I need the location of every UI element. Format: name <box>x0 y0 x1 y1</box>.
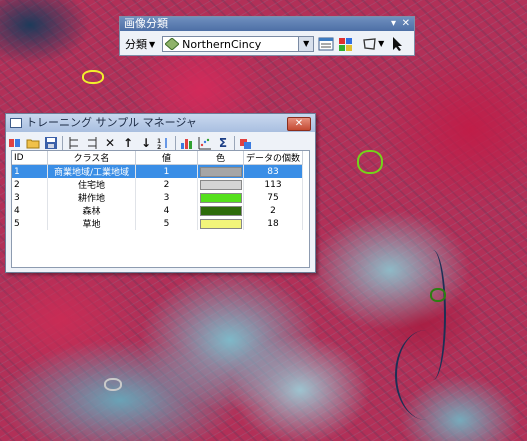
table-row[interactable]: 1 商業地域/工業地域 1 83 <box>12 164 303 178</box>
row-value[interactable]: 1 <box>135 164 198 178</box>
classification-menu[interactable]: 分類 ▼ <box>122 36 158 52</box>
class-color-swatch[interactable] <box>199 166 242 177</box>
column-header-class-name[interactable]: クラス名 <box>47 151 136 165</box>
row-color-swatch[interactable] <box>197 204 244 217</box>
window-title: トレーニング サンプル マネージャ <box>26 116 197 129</box>
row-value[interactable]: 4 <box>135 204 198 217</box>
row-count[interactable]: 113 <box>243 178 303 191</box>
row-value[interactable]: 2 <box>135 178 198 191</box>
scatterplot-icon[interactable] <box>198 136 212 150</box>
table-row[interactable]: 3 耕作地 3 75 <box>12 191 303 204</box>
training-sample-manager-window: トレーニング サンプル マネージャ ✕ ✕ ↑ ↓ 12 Σ ID クラス名 値… <box>5 113 316 273</box>
table-row[interactable]: 5 草地 5 18 <box>12 217 303 230</box>
sort-icon[interactable]: 12 <box>157 136 171 151</box>
raster-layer-icon <box>164 37 180 51</box>
row-color-swatch[interactable] <box>197 191 244 204</box>
close-button[interactable]: ✕ <box>287 117 311 131</box>
statistics-sigma-icon[interactable]: Σ <box>216 136 230 150</box>
chevron-down-icon[interactable]: ▼ <box>378 36 386 52</box>
window-titlebar[interactable]: トレーニング サンプル マネージャ ✕ <box>6 114 315 132</box>
class-color-swatch[interactable] <box>199 179 242 190</box>
select-pointer-icon[interactable] <box>390 36 406 52</box>
split-icon[interactable] <box>67 136 81 150</box>
row-class-name[interactable]: 耕作地 <box>47 191 136 204</box>
row-color-swatch[interactable] <box>197 164 244 178</box>
training-polygon-green[interactable] <box>357 150 383 174</box>
window-icon <box>10 118 22 128</box>
row-id[interactable]: 4 <box>12 204 48 217</box>
merge-icon[interactable] <box>8 136 22 150</box>
arrow-up-icon[interactable]: ↑ <box>121 136 135 150</box>
row-class-name[interactable]: 森林 <box>47 204 136 217</box>
row-id[interactable]: 2 <box>12 178 48 191</box>
row-value[interactable]: 5 <box>135 217 198 230</box>
draw-polygon-icon[interactable] <box>362 36 378 52</box>
training-polygon-gray[interactable] <box>104 378 122 391</box>
create-signature-icon[interactable] <box>338 36 354 52</box>
delete-icon[interactable]: ✕ <box>103 136 117 150</box>
split-alt-icon[interactable] <box>85 136 99 150</box>
row-color-swatch[interactable] <box>197 178 244 191</box>
layer-name: NorthernCincy <box>182 37 262 51</box>
chevron-down-icon[interactable]: ▼ <box>298 37 314 51</box>
toolbar-separator <box>175 136 176 150</box>
chevron-down-icon: ▼ <box>149 39 156 49</box>
row-color-swatch[interactable] <box>197 217 244 230</box>
open-folder-icon[interactable] <box>26 136 40 150</box>
toolbar-title: 画像分類 <box>124 17 168 30</box>
row-count[interactable]: 2 <box>243 204 303 217</box>
toolbar-options-icon[interactable]: ▾ <box>391 17 396 31</box>
row-class-name[interactable]: 商業地域/工業地域 <box>47 164 136 178</box>
table-row[interactable]: 2 住宅地 2 113 <box>12 178 303 191</box>
arrow-down-icon[interactable]: ↓ <box>139 136 153 150</box>
training-polygon-yellow[interactable] <box>82 70 104 84</box>
class-color-swatch[interactable] <box>199 192 242 203</box>
table-header-row: ID クラス名 値 色 データの個数 <box>12 151 303 165</box>
column-header-value[interactable]: 値 <box>135 151 198 165</box>
row-id[interactable]: 1 <box>12 164 48 178</box>
training-sample-manager-icon[interactable] <box>318 36 334 52</box>
close-icon[interactable]: ✕ <box>402 17 410 31</box>
show-all-icon[interactable] <box>239 136 253 150</box>
row-count[interactable]: 75 <box>243 191 303 204</box>
row-count[interactable]: 83 <box>243 164 303 178</box>
row-count[interactable]: 18 <box>243 217 303 230</box>
row-id[interactable]: 3 <box>12 191 48 204</box>
class-color-swatch[interactable] <box>199 205 242 216</box>
river-feature <box>395 330 457 420</box>
toolbar-titlebar[interactable]: 画像分類 ▾ ✕ <box>120 17 414 31</box>
histogram-icon[interactable] <box>180 136 194 150</box>
save-icon[interactable] <box>44 136 58 150</box>
row-class-name[interactable]: 住宅地 <box>47 178 136 191</box>
column-header-color[interactable]: 色 <box>197 151 244 165</box>
row-id[interactable]: 5 <box>12 217 48 230</box>
column-header-count[interactable]: データの個数 <box>243 151 303 165</box>
row-value[interactable]: 3 <box>135 191 198 204</box>
classification-menu-label: 分類 <box>125 38 147 51</box>
column-header-id[interactable]: ID <box>12 151 48 165</box>
layer-select[interactable]: NorthernCincy ▼ <box>162 36 315 52</box>
image-classification-toolbar: 画像分類 ▾ ✕ 分類 ▼ NorthernCincy ▼ ▼ <box>119 16 415 56</box>
table-row[interactable]: 4 森林 4 2 <box>12 204 303 217</box>
row-class-name[interactable]: 草地 <box>47 217 136 230</box>
training-polygon-darkgreen[interactable] <box>430 288 446 302</box>
toolbar-separator <box>234 136 235 150</box>
training-samples-table: ID クラス名 値 色 データの個数 1 商業地域/工業地域 1 83 2 住宅地 2 113… <box>11 150 310 268</box>
toolbar-separator <box>62 136 63 150</box>
class-color-swatch[interactable] <box>199 218 242 229</box>
